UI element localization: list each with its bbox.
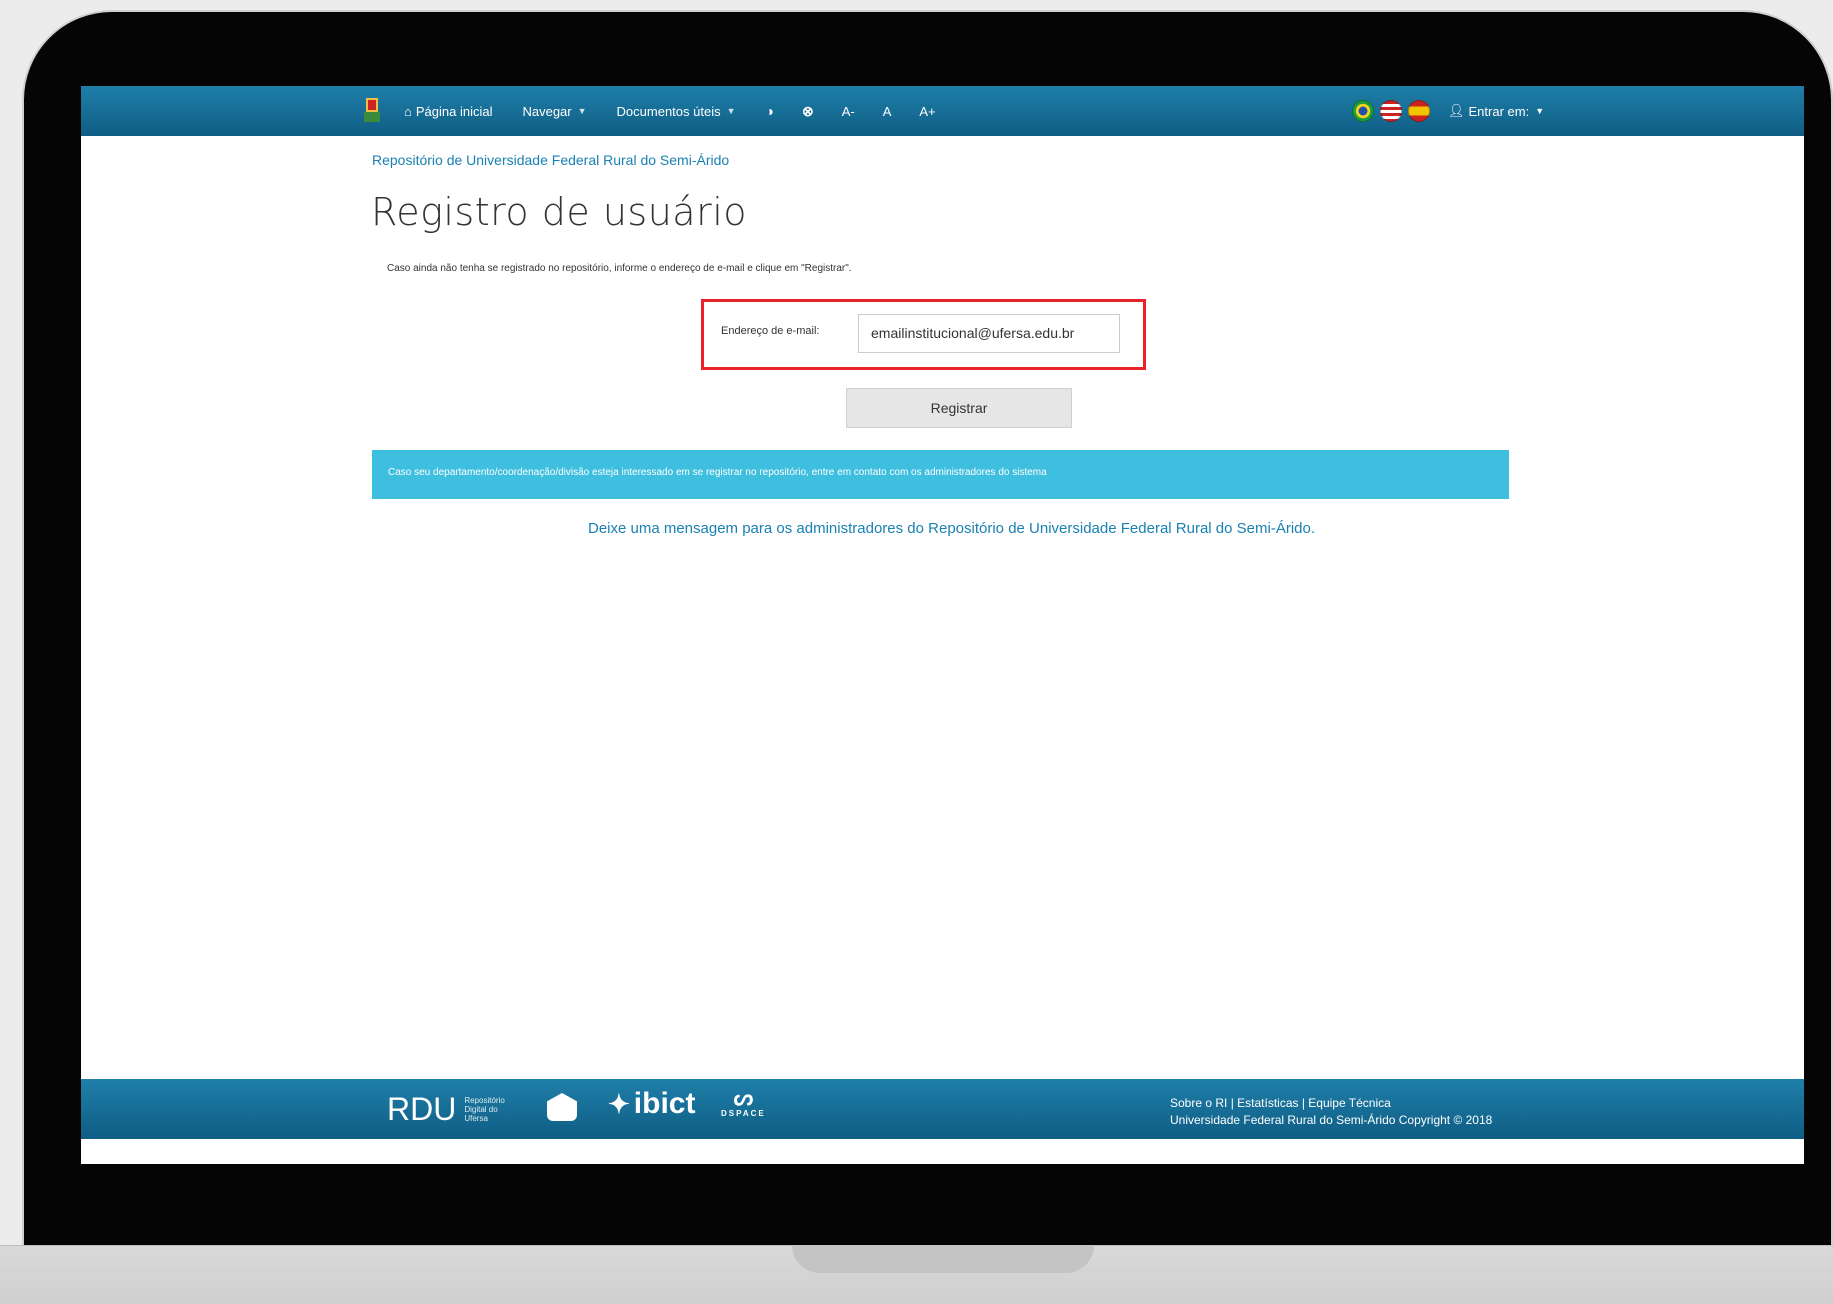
partner-logo-icon[interactable] bbox=[547, 1093, 577, 1121]
browser-screen: ⌂ Página inicial Navegar ▼ Documentos út… bbox=[81, 86, 1804, 1164]
nav-home-label: Página inicial bbox=[415, 103, 493, 119]
reset-accessibility-icon[interactable]: ⊗ bbox=[802, 103, 814, 120]
nav-browse-dropdown[interactable]: Navegar ▼ bbox=[522, 104, 586, 119]
ibict-logo[interactable]: ✦ ibict bbox=[608, 1087, 695, 1121]
footer-info: Sobre o RI | Estatísticas | Equipe Técni… bbox=[1170, 1095, 1492, 1129]
footer-copyright: Universidade Federal Rural do Semi-Árido… bbox=[1170, 1113, 1493, 1127]
laptop-notch bbox=[792, 1245, 1094, 1273]
email-field[interactable]: emailinstitucional@ufersa.edu.br bbox=[858, 314, 1120, 353]
font-increase-button[interactable]: A+ bbox=[919, 104, 935, 119]
login-label: Entrar em: bbox=[1468, 103, 1530, 119]
login-dropdown[interactable]: 👤︎ Entrar em: ▼ bbox=[1448, 103, 1544, 119]
rdu-logo[interactable]: RDU Repositório Digital do Ufersa bbox=[387, 1091, 505, 1128]
rdu-logo-subtitle: Repositório Digital do Ufersa bbox=[464, 1096, 505, 1123]
contact-admin-link[interactable]: Deixe uma mensagem para os administrador… bbox=[81, 520, 1804, 537]
nav-docs-dropdown[interactable]: Documentos úteis ▼ bbox=[617, 104, 736, 119]
ibict-logo-text: ibict bbox=[633, 1087, 696, 1120]
nav-home-link[interactable]: ⌂ Página inicial bbox=[404, 104, 492, 119]
intro-text: Caso ainda não tenha se registrado no re… bbox=[387, 263, 852, 274]
chevron-down-icon: ▼ bbox=[726, 106, 736, 116]
laptop-mockup: ⌂ Página inicial Navegar ▼ Documentos út… bbox=[0, 0, 1833, 1304]
nav-docs-label: Documentos úteis bbox=[616, 103, 721, 119]
flag-spain-icon[interactable] bbox=[1408, 100, 1430, 122]
chevron-down-icon: ▼ bbox=[1535, 106, 1545, 116]
font-normal-button[interactable]: A bbox=[883, 104, 892, 119]
ufersa-logo-icon[interactable] bbox=[362, 96, 382, 126]
contrast-icon[interactable]: ◑ bbox=[766, 103, 774, 119]
rdu-logo-text: RDU bbox=[387, 1091, 457, 1127]
nav-browse-label: Navegar bbox=[522, 103, 572, 119]
footer-links[interactable]: Sobre o RI | Estatísticas | Equipe Técni… bbox=[1170, 1095, 1492, 1112]
breadcrumb[interactable]: Repositório de Universidade Federal Rura… bbox=[372, 152, 729, 168]
dspace-logo-text: DSPACE bbox=[721, 1109, 766, 1118]
flag-brazil-icon[interactable] bbox=[1352, 100, 1374, 122]
info-alert: Caso seu departamento/coordenação/divisã… bbox=[372, 450, 1509, 499]
font-decrease-button[interactable]: A- bbox=[842, 104, 855, 119]
footer: RDU Repositório Digital do Ufersa ✦ ibic… bbox=[81, 1079, 1804, 1139]
register-button[interactable]: Registrar bbox=[846, 388, 1072, 428]
top-navbar: ⌂ Página inicial Navegar ▼ Documentos út… bbox=[81, 86, 1804, 136]
email-label: Endereço de e-mail: bbox=[721, 325, 820, 337]
dspace-logo[interactable]: ᔕ DSPACE bbox=[721, 1085, 766, 1119]
dspace-icon: ᔕ bbox=[733, 1085, 754, 1110]
chevron-down-icon: ▼ bbox=[577, 106, 587, 116]
ibict-bird-icon: ✦ bbox=[608, 1088, 630, 1119]
home-icon: ⌂ bbox=[404, 103, 412, 119]
flag-usa-icon[interactable] bbox=[1380, 100, 1402, 122]
user-icon: 👤︎ bbox=[1448, 103, 1465, 118]
page-title: Registro de usuário bbox=[371, 190, 748, 234]
